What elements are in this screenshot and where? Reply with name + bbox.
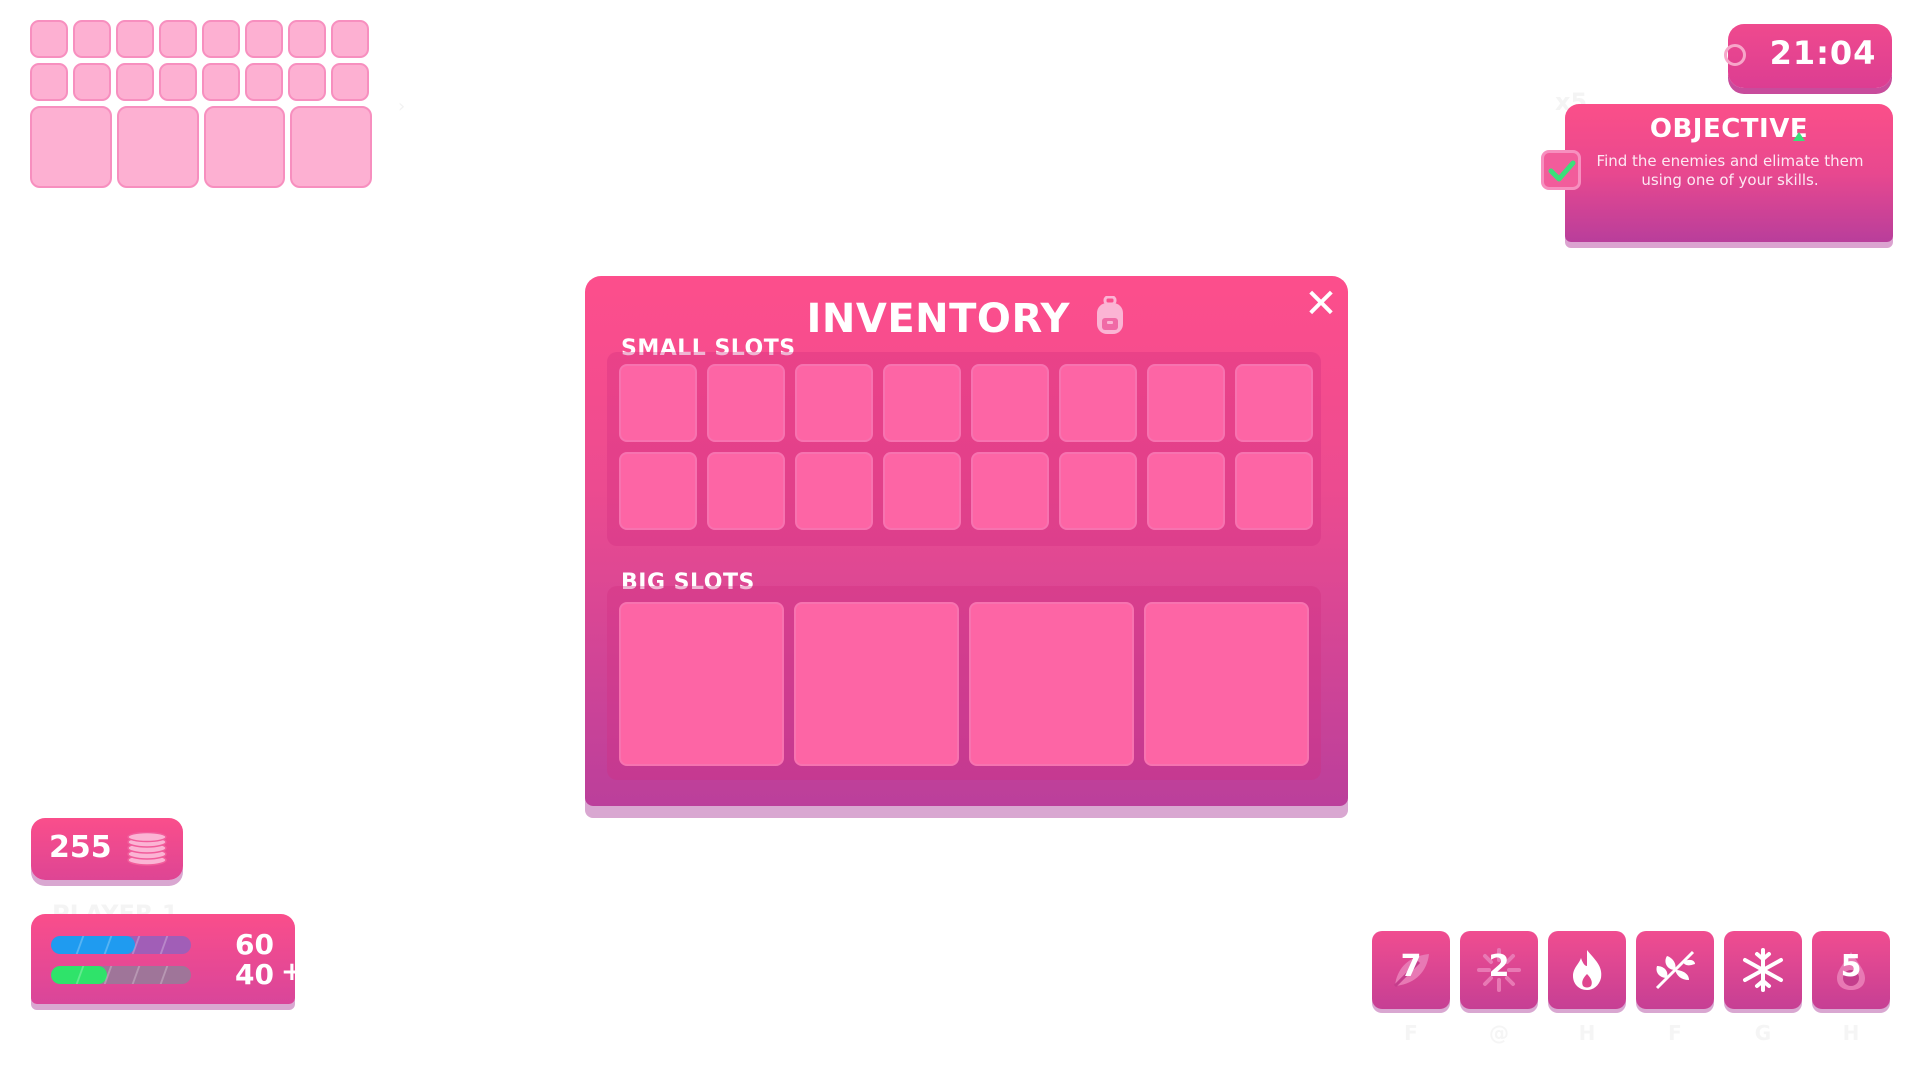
mini-inventory	[30, 20, 372, 193]
mini-inventory-arrow[interactable]: ›	[398, 96, 405, 117]
small-slot[interactable]	[619, 364, 697, 442]
skill-count: 5	[1840, 949, 1862, 984]
coin-stack-icon	[125, 831, 169, 870]
skill-slot-burst[interactable]: 2 @	[1460, 931, 1538, 1045]
small-slot[interactable]	[971, 364, 1049, 442]
small-slot[interactable]	[1059, 452, 1137, 530]
small-slots-area	[607, 352, 1321, 546]
mini-small-slot[interactable]	[245, 63, 283, 101]
skill-slot-fire[interactable]: H	[1548, 931, 1626, 1045]
skill-slot-blood[interactable]: 5 H	[1812, 931, 1890, 1045]
mini-big-slot[interactable]	[203, 106, 286, 188]
objective-checkbox[interactable]	[1541, 150, 1581, 190]
small-slot[interactable]	[795, 452, 873, 530]
mini-big-slot[interactable]	[116, 106, 199, 188]
arrow-up-icon	[1793, 132, 1805, 141]
match-timer: 21:04	[1724, 24, 1892, 88]
skill-slot-leaf[interactable]: 7 F	[1372, 931, 1450, 1045]
mini-small-slot[interactable]	[245, 20, 283, 58]
inventory-panel: INVENTORY ✕ SMALL SLOTS BIG SLOTS	[585, 276, 1348, 806]
mana-value: 60	[235, 928, 274, 961]
fire-icon	[1573, 950, 1602, 990]
big-slots-grid	[619, 602, 1309, 766]
small-slots-grid	[619, 364, 1313, 530]
mini-small-slot[interactable]	[73, 20, 111, 58]
health-value: 40	[235, 958, 274, 991]
mini-big-slot[interactable]	[30, 106, 112, 188]
player-status-card: 60 40 +	[31, 914, 295, 1004]
bar-divider	[159, 966, 169, 984]
skill-hotkey: H	[1842, 1021, 1860, 1045]
mini-small-row	[30, 63, 372, 101]
health-bar	[51, 966, 191, 984]
skill-hotkey: G	[1754, 1021, 1772, 1045]
mini-big-slot[interactable]	[290, 106, 372, 188]
bar-divider	[159, 936, 169, 954]
mana-bar-fill	[51, 936, 135, 954]
skill-bar: 7 F 2 @ H F G 5 H	[1372, 931, 1890, 1045]
small-slot[interactable]	[707, 452, 785, 530]
skill-hotkey: @	[1489, 1021, 1509, 1045]
coin-counter: 255	[31, 818, 183, 880]
mini-small-slot[interactable]	[288, 20, 326, 58]
big-slot[interactable]	[969, 602, 1134, 766]
small-slot[interactable]	[707, 364, 785, 442]
objective-title: OBJECTIVE	[1649, 114, 1809, 144]
close-button[interactable]: ✕	[1301, 284, 1341, 324]
skill-count: 2	[1488, 949, 1510, 984]
small-slot[interactable]	[1147, 452, 1225, 530]
mini-small-slot[interactable]	[288, 63, 326, 101]
big-slot[interactable]	[619, 602, 784, 766]
mini-small-slot[interactable]	[159, 63, 197, 101]
mini-small-slot[interactable]	[73, 63, 111, 101]
mini-big-row	[30, 106, 372, 188]
leaves-icon	[1655, 950, 1695, 990]
mini-small-slot[interactable]	[30, 63, 68, 101]
big-slot[interactable]	[1144, 602, 1309, 766]
mini-small-row	[30, 20, 372, 58]
mini-small-slot[interactable]	[331, 63, 369, 101]
coin-amount: 255	[49, 830, 112, 865]
objective-panel: OBJECTIVE Find the enemies and elimate t…	[1565, 104, 1893, 242]
small-slot[interactable]	[971, 452, 1049, 530]
skill-hotkey: H	[1578, 1021, 1596, 1045]
small-slot[interactable]	[1235, 452, 1313, 530]
skill-count: 7	[1400, 949, 1422, 984]
objective-description: Find the enemies and elimate them using …	[1596, 152, 1864, 189]
mini-small-slot[interactable]	[202, 63, 240, 101]
mini-small-slot[interactable]	[116, 63, 154, 101]
small-slot[interactable]	[1147, 364, 1225, 442]
mini-small-slot[interactable]	[331, 20, 369, 58]
mini-small-slot[interactable]	[116, 20, 154, 58]
small-slot[interactable]	[883, 452, 961, 530]
skill-hotkey: F	[1404, 1021, 1418, 1045]
small-slot[interactable]	[1059, 364, 1137, 442]
mana-bar	[51, 936, 191, 954]
stopwatch-icon	[1724, 44, 1746, 66]
skill-slot-leaves[interactable]: F	[1636, 931, 1714, 1045]
small-slot[interactable]	[1235, 364, 1313, 442]
small-slot[interactable]	[619, 452, 697, 530]
inventory-title: INVENTORY	[806, 296, 1071, 342]
checkmark-icon	[1548, 160, 1576, 182]
skill-slot-snowflake[interactable]: G	[1724, 931, 1802, 1045]
small-slot[interactable]	[883, 364, 961, 442]
health-plus: +	[281, 957, 295, 987]
big-slot[interactable]	[794, 602, 959, 766]
snowflake-icon	[1743, 948, 1783, 992]
backpack-icon	[1094, 295, 1126, 346]
skill-hotkey: F	[1668, 1021, 1682, 1045]
small-slot[interactable]	[795, 364, 873, 442]
mini-small-slot[interactable]	[30, 20, 68, 58]
big-slots-area	[607, 586, 1321, 780]
mini-small-slot[interactable]	[202, 20, 240, 58]
bar-divider	[131, 966, 141, 984]
timer-value: 21:04	[1769, 34, 1877, 72]
mini-small-slot[interactable]	[159, 20, 197, 58]
